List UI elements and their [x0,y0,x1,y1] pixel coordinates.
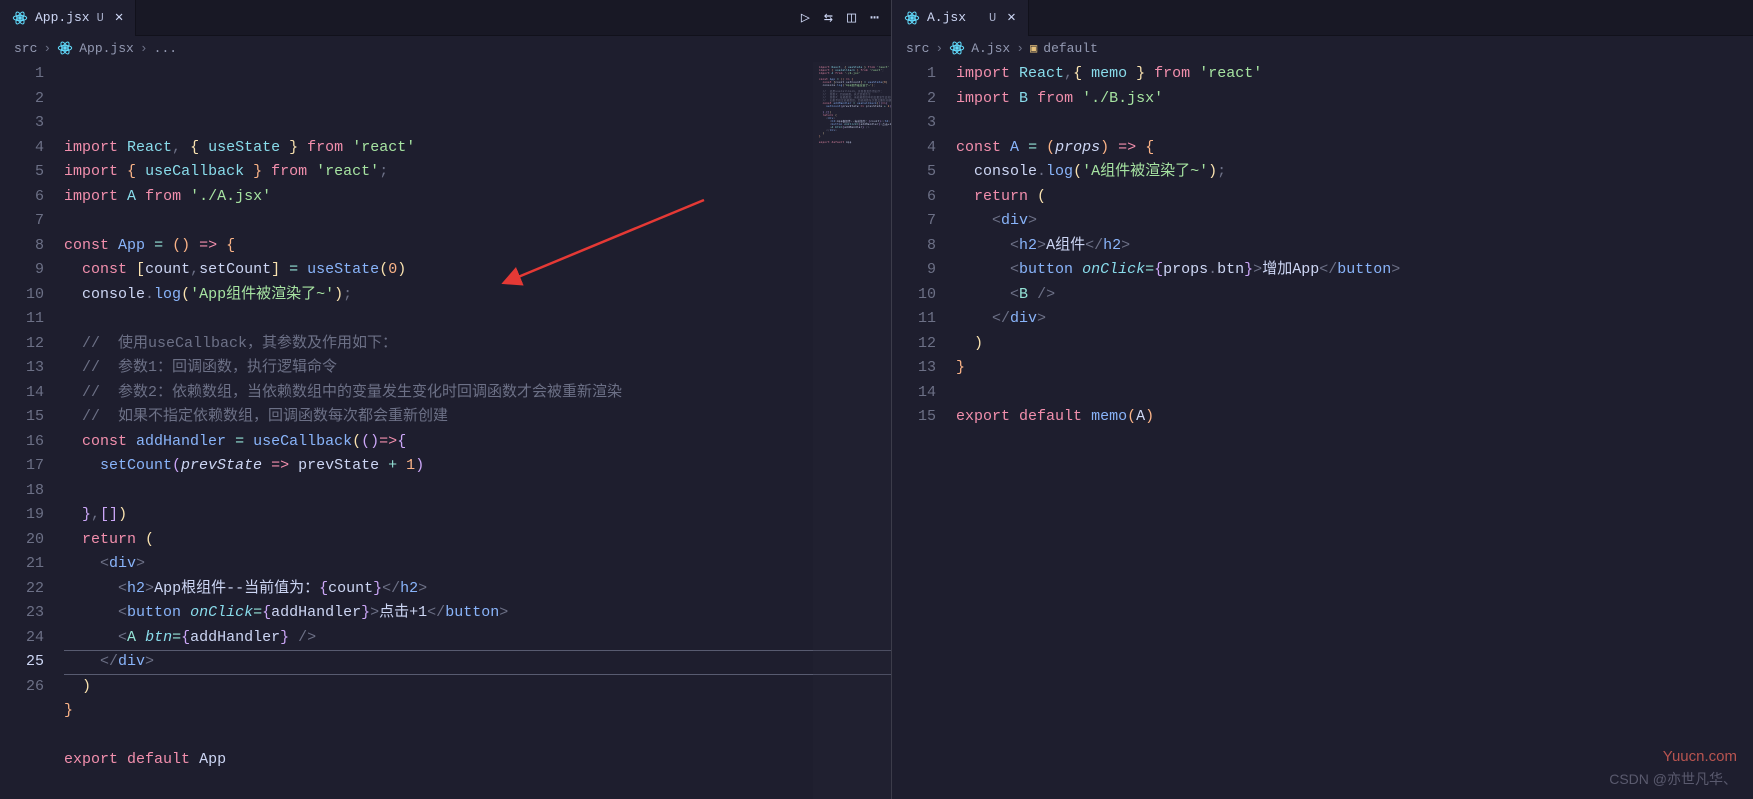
code-line[interactable]: },[]) [64,503,891,528]
code-line[interactable]: // 参数2：依赖数组，当依赖数组中的变量发生变化时回调函数才会被重新渲染 [64,381,891,406]
editor-left-pane: App.jsx U ✕ ▷ ⇆ ◫ ⋯ src › App.jsx › ... … [0,0,892,799]
more-icon[interactable]: ⋯ [870,8,879,27]
tab-a-jsx[interactable]: A.jsx U ✕ [892,0,1029,36]
code-area[interactable]: import React,{ memo } from 'react'import… [956,62,1753,799]
tab-status: U [97,11,104,25]
code-line[interactable]: setCount(prevState => prevState + 1) [64,454,891,479]
code-line[interactable]: <A btn={addHandler} /> [64,626,891,651]
chevron-right-icon: › [140,41,148,56]
editor-toolbar: ▷ ⇆ ◫ ⋯ [801,8,891,27]
code-line[interactable]: console.log('A组件被渲染了~'); [956,160,1753,185]
code-line[interactable]: ) [64,675,891,700]
breadcrumb-right[interactable]: src › A.jsx › ▣ default [892,36,1753,62]
code-line[interactable] [64,307,891,332]
code-line[interactable]: import A from './A.jsx' [64,185,891,210]
code-line[interactable]: import B from './B.jsx' [956,87,1753,112]
code-line[interactable]: console.log('App组件被渲染了~'); [64,283,891,308]
code-line[interactable]: </div> [956,307,1753,332]
react-icon [949,40,965,56]
react-icon [904,10,920,26]
code-line[interactable]: const [count,setCount] = useState(0) [64,258,891,283]
code-line[interactable]: } [64,699,891,724]
chevron-right-icon: › [43,41,51,56]
code-line[interactable]: <button onClick={props.btn}>增加App</butto… [956,258,1753,283]
close-icon[interactable]: ✕ [1007,9,1015,26]
code-line[interactable]: </div> [64,650,891,675]
chevron-right-icon: › [1016,41,1024,56]
code-line[interactable]: <h2>A组件</h2> [956,234,1753,259]
watermark-line2: CSDN @亦世凡华、 [1609,769,1737,789]
code-line[interactable]: <div> [956,209,1753,234]
code-line[interactable]: ) [956,332,1753,357]
code-area[interactable]: import React, { useState } from 'react'i… [64,62,891,799]
watermark-line1: Yuucn.com [1609,748,1737,765]
code-editor-left[interactable]: 1234567891011121314151617181920212223242… [0,62,891,799]
code-line[interactable]: import React, { useState } from 'react' [64,136,891,161]
code-line[interactable]: <h2>App根组件--当前值为：{count}</h2> [64,577,891,602]
line-gutter: 123456789101112131415 [892,62,956,799]
react-icon [12,10,28,26]
breadcrumb-item[interactable]: default [1043,41,1098,56]
code-line[interactable] [956,381,1753,406]
tab-status: U [989,11,996,25]
code-line[interactable] [64,209,891,234]
watermark: Yuucn.com CSDN @亦世凡华、 [1609,748,1737,789]
code-line[interactable]: const addHandler = useCallback(()=>{ [64,430,891,455]
code-line[interactable] [64,724,891,749]
code-line[interactable]: export default memo(A) [956,405,1753,430]
minimap[interactable]: import React, { useState } from 'react'i… [813,62,891,799]
code-line[interactable]: <button onClick={addHandler}>点击+1</butto… [64,601,891,626]
code-line[interactable]: import React,{ memo } from 'react' [956,62,1753,87]
code-line[interactable] [64,479,891,504]
tab-filename: App.jsx [35,10,90,25]
code-line[interactable] [956,111,1753,136]
code-line[interactable]: const A = (props) => { [956,136,1753,161]
breadcrumb-item[interactable]: App.jsx [79,41,134,56]
breadcrumb-item[interactable]: src [14,41,37,56]
breadcrumb-item[interactable]: A.jsx [971,41,1010,56]
tab-bar-right: A.jsx U ✕ [892,0,1753,36]
code-line[interactable]: import { useCallback } from 'react'; [64,160,891,185]
code-line[interactable]: <div> [64,552,891,577]
editor-right-pane: A.jsx U ✕ src › A.jsx › ▣ default 123456… [892,0,1753,799]
breadcrumb-item[interactable]: src [906,41,929,56]
tab-filename: A.jsx [927,10,966,25]
code-line[interactable]: return ( [64,528,891,553]
split-icon[interactable]: ◫ [847,8,856,27]
compare-icon[interactable]: ⇆ [824,8,833,27]
tab-app-jsx[interactable]: App.jsx U ✕ [0,0,136,36]
code-line[interactable]: return ( [956,185,1753,210]
line-gutter: 1234567891011121314151617181920212223242… [0,62,64,799]
breadcrumb-left[interactable]: src › App.jsx › ... [0,36,891,62]
close-icon[interactable]: ✕ [115,9,123,26]
code-editor-right[interactable]: 123456789101112131415 import React,{ mem… [892,62,1753,799]
symbol-icon: ▣ [1030,41,1037,56]
code-line[interactable]: } [956,356,1753,381]
tab-bar-left: App.jsx U ✕ ▷ ⇆ ◫ ⋯ [0,0,891,36]
code-line[interactable]: // 使用useCallback，其参数及作用如下： [64,332,891,357]
code-line[interactable]: const App = () => { [64,234,891,259]
run-icon[interactable]: ▷ [801,8,810,27]
code-line[interactable]: // 参数1：回调函数，执行逻辑命令 [64,356,891,381]
code-line[interactable]: // 如果不指定依赖数组，回调函数每次都会重新创建 [64,405,891,430]
code-line[interactable]: <B /> [956,283,1753,308]
breadcrumb-item[interactable]: ... [154,41,177,56]
react-icon [57,40,73,56]
code-line[interactable]: export default App [64,748,891,773]
chevron-right-icon: › [935,41,943,56]
